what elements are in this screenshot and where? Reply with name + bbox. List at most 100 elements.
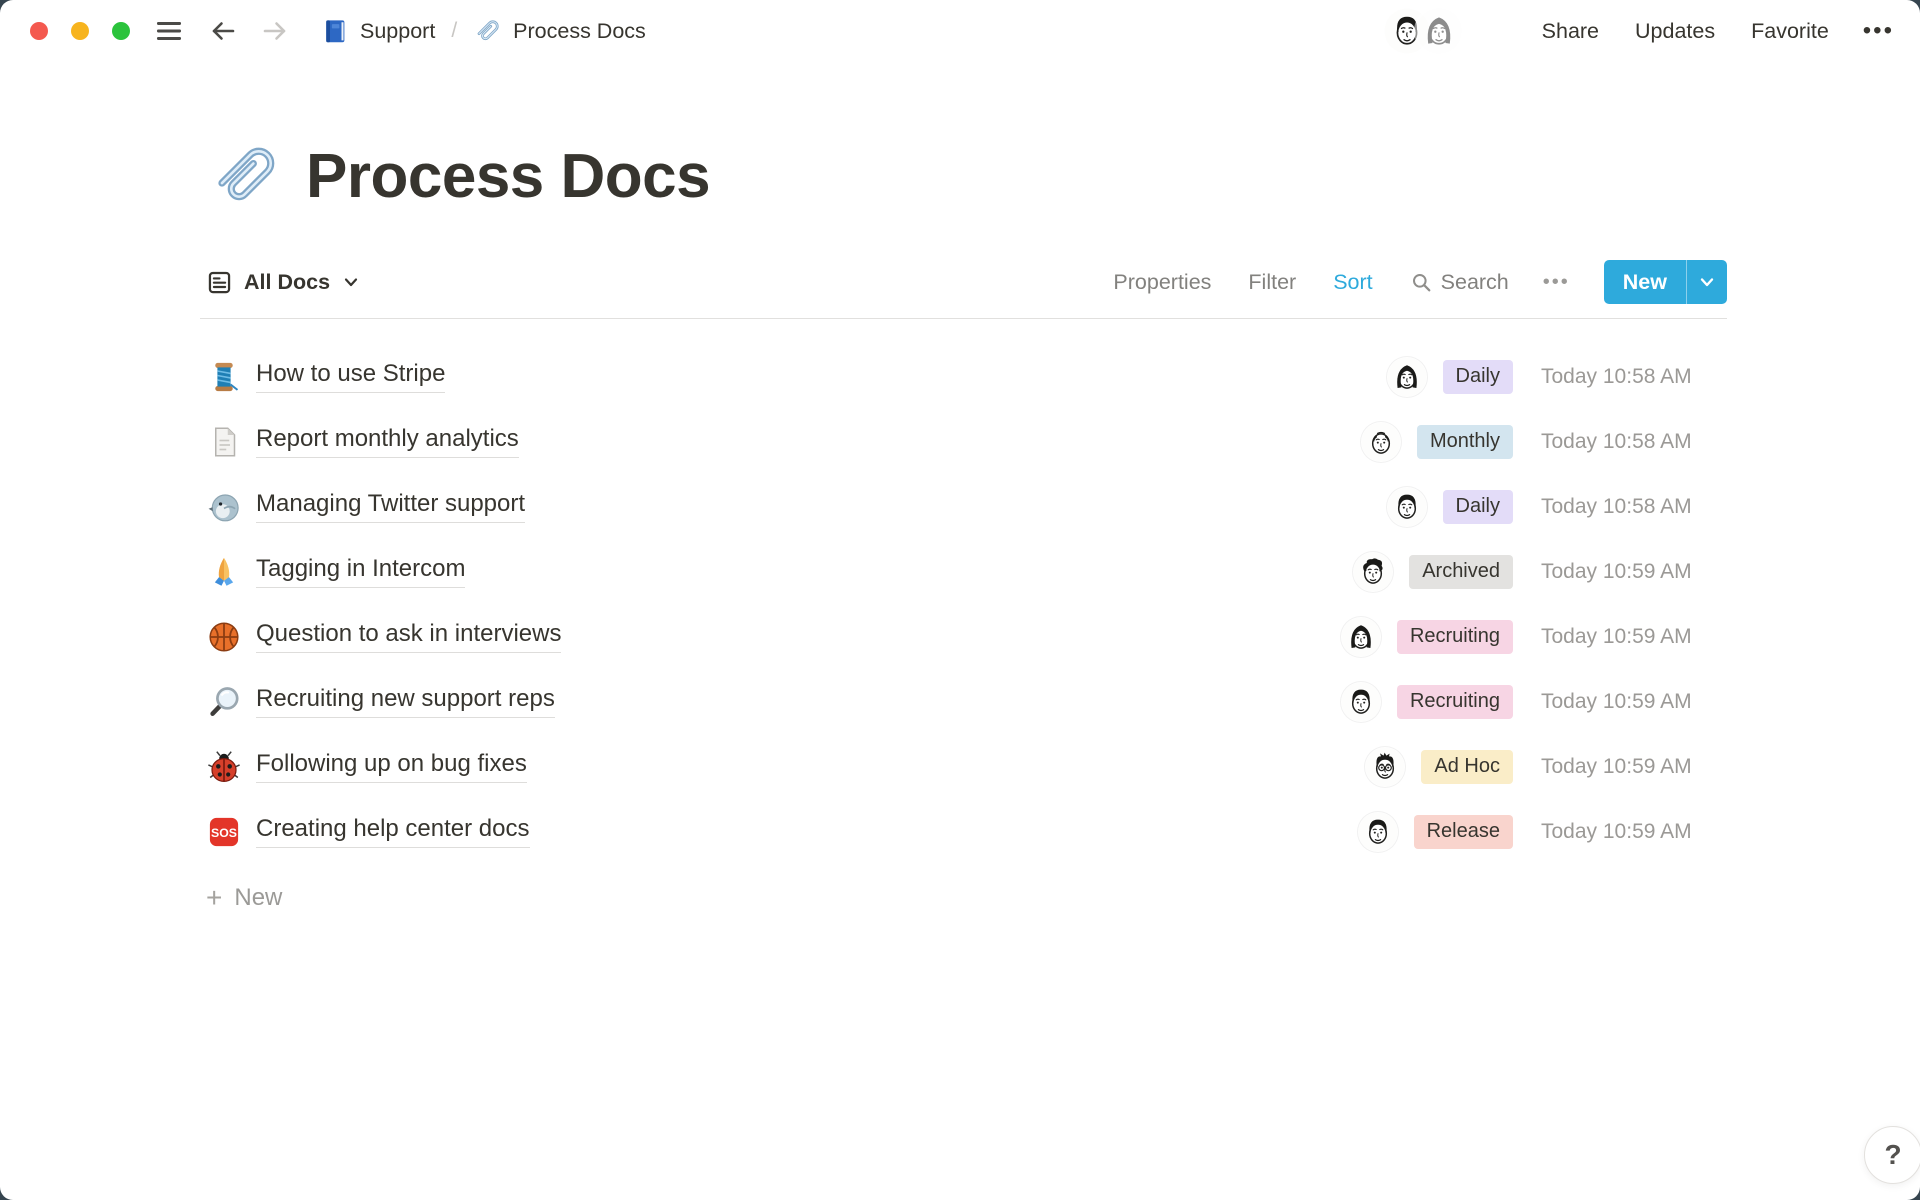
- row-tag-group: Archived: [1183, 552, 1513, 592]
- blue-book-icon: [320, 16, 350, 46]
- avatar: [1387, 357, 1427, 397]
- breadcrumb-process-docs-label: Process Docs: [513, 19, 646, 44]
- filter-button[interactable]: Filter: [1248, 270, 1296, 295]
- tag-badge: Recruiting: [1397, 685, 1513, 719]
- breadcrumb-separator: /: [451, 19, 457, 43]
- view-switcher-all-docs[interactable]: All Docs: [200, 269, 361, 296]
- search-label: Search: [1441, 270, 1509, 295]
- new-button-chevron-icon[interactable]: [1687, 260, 1727, 304]
- row-emoji-icon: [206, 619, 242, 655]
- add-new-row-label: New: [234, 884, 282, 912]
- table-row[interactable]: Report monthly analytics Monthly Today 1…: [200, 409, 1727, 474]
- collaborator-avatars[interactable]: [1384, 8, 1462, 54]
- table-row[interactable]: Managing Twitter support Daily Today 10:…: [200, 474, 1727, 539]
- close-window-button[interactable]: [30, 22, 48, 40]
- favorite-button[interactable]: Favorite: [1751, 19, 1829, 44]
- table-row[interactable]: SOS Creating help center docs Release To…: [200, 799, 1727, 864]
- sidebar-toggle-icon[interactable]: [152, 18, 186, 44]
- minimize-window-button[interactable]: [71, 22, 89, 40]
- edited-time: Today 10:59 AM: [1541, 755, 1727, 779]
- page-content: Process Docs All Docs Properties Filter …: [200, 62, 1727, 923]
- sort-button[interactable]: Sort: [1333, 270, 1372, 295]
- zoom-window-button[interactable]: [112, 22, 130, 40]
- doc-title-link[interactable]: Creating help center docs: [256, 815, 530, 849]
- updates-button[interactable]: Updates: [1635, 19, 1715, 44]
- paperclip-icon: [473, 16, 503, 46]
- row-tag-group: Release: [1183, 812, 1513, 852]
- row-emoji-icon: [206, 554, 242, 590]
- table-row[interactable]: How to use Stripe Daily Today 10:58 AM: [200, 344, 1727, 409]
- svg-text:SOS: SOS: [211, 826, 237, 840]
- breadcrumb: Support / Process Docs: [314, 12, 652, 50]
- avatar: [1341, 682, 1381, 722]
- edited-time: Today 10:58 AM: [1541, 430, 1727, 454]
- doc-title-link[interactable]: Tagging in Intercom: [256, 555, 465, 589]
- avatar: [1365, 747, 1405, 787]
- topbar: Support / Process Docs Share Updates Fav…: [0, 0, 1920, 62]
- table-row[interactable]: Following up on bug fixes Ad Hoc Today 1…: [200, 734, 1727, 799]
- table-row[interactable]: Tagging in Intercom Archived Today 10:59…: [200, 539, 1727, 604]
- avatar: [1361, 422, 1401, 462]
- more-options-icon[interactable]: •••: [1863, 24, 1894, 38]
- tag-badge: Recruiting: [1397, 620, 1513, 654]
- new-button[interactable]: New: [1604, 260, 1727, 304]
- plus-icon: +: [206, 884, 222, 912]
- breadcrumb-process-docs[interactable]: Process Docs: [467, 12, 652, 50]
- window-controls: [30, 22, 130, 40]
- notion-window: Support / Process Docs Share Updates Fav…: [0, 0, 1920, 1200]
- view-label: All Docs: [244, 270, 330, 295]
- doc-title-link[interactable]: Managing Twitter support: [256, 490, 525, 524]
- chevron-down-icon: [341, 272, 361, 292]
- docs-table: How to use Stripe Daily Today 10:58 AM R…: [200, 344, 1727, 864]
- edited-time: Today 10:59 AM: [1541, 560, 1727, 584]
- table-row[interactable]: Recruiting new support reps Recruiting T…: [200, 669, 1727, 734]
- breadcrumb-support[interactable]: Support: [314, 12, 441, 50]
- edited-time: Today 10:59 AM: [1541, 690, 1727, 714]
- new-button-label[interactable]: New: [1604, 260, 1686, 304]
- share-button[interactable]: Share: [1542, 19, 1599, 44]
- tag-badge: Ad Hoc: [1421, 750, 1513, 784]
- edited-time: Today 10:59 AM: [1541, 625, 1727, 649]
- database-toolbar: All Docs Properties Filter Sort Search •…: [200, 260, 1727, 319]
- toolbar-right: Properties Filter Sort Search ••• New: [1076, 260, 1727, 304]
- page-paperclip-icon[interactable]: [206, 136, 286, 216]
- add-new-row-button[interactable]: + New: [200, 873, 1727, 923]
- search-icon: [1410, 271, 1433, 294]
- doc-title-link[interactable]: Report monthly analytics: [256, 425, 519, 459]
- table-row[interactable]: Question to ask in interviews Recruiting…: [200, 604, 1727, 669]
- row-emoji-icon: [206, 359, 242, 395]
- row-emoji-icon: [206, 489, 242, 525]
- properties-button[interactable]: Properties: [1113, 270, 1211, 295]
- back-icon[interactable]: [208, 18, 238, 44]
- avatar: [1341, 617, 1381, 657]
- toolbar-more-icon[interactable]: •••: [1543, 271, 1570, 294]
- row-emoji-icon: [206, 684, 242, 720]
- page-title[interactable]: Process Docs: [306, 141, 710, 212]
- help-button[interactable]: ?: [1864, 1126, 1920, 1184]
- row-emoji-icon: [206, 749, 242, 785]
- search-button[interactable]: Search: [1410, 270, 1509, 295]
- page-title-row: Process Docs: [200, 136, 1727, 216]
- tag-badge: Release: [1414, 815, 1513, 849]
- row-tag-group: Daily: [1183, 487, 1513, 527]
- tag-badge: Archived: [1409, 555, 1513, 589]
- edited-time: Today 10:59 AM: [1541, 820, 1727, 844]
- collaborator-avatar-woman[interactable]: [1416, 8, 1462, 54]
- tag-badge: Monthly: [1417, 425, 1513, 459]
- doc-title-link[interactable]: How to use Stripe: [256, 360, 445, 394]
- forward-icon[interactable]: [260, 18, 290, 44]
- breadcrumb-support-label: Support: [360, 19, 435, 44]
- row-emoji-icon: SOS: [206, 814, 242, 850]
- avatar: [1353, 552, 1393, 592]
- tag-badge: Daily: [1443, 360, 1513, 394]
- doc-title-link[interactable]: Recruiting new support reps: [256, 685, 555, 719]
- avatar: [1358, 812, 1398, 852]
- list-view-icon: [206, 269, 233, 296]
- row-tag-group: Monthly: [1183, 422, 1513, 462]
- edited-time: Today 10:58 AM: [1541, 495, 1727, 519]
- row-tag-group: Daily: [1183, 357, 1513, 397]
- avatar: [1387, 487, 1427, 527]
- doc-title-link[interactable]: Following up on bug fixes: [256, 750, 527, 784]
- doc-title-link[interactable]: Question to ask in interviews: [256, 620, 561, 654]
- tag-badge: Daily: [1443, 490, 1513, 524]
